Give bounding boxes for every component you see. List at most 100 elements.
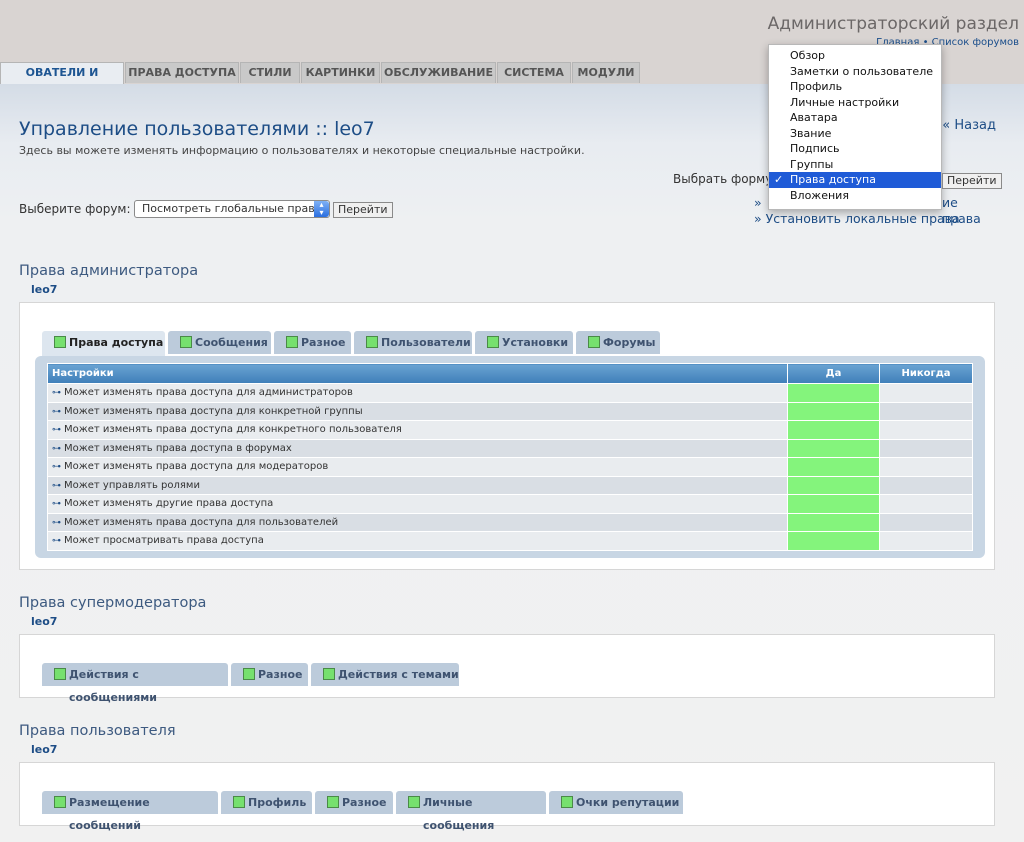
never-radio-cell[interactable] — [879, 383, 973, 403]
top-tab-system[interactable]: СИСТЕМА — [497, 62, 571, 83]
dropdown-item-user-notes[interactable]: Заметки о пользователе — [769, 64, 941, 80]
yes-radio-cell[interactable] — [787, 401, 880, 421]
arrow-key-icon: ⊶ — [52, 388, 61, 399]
dropdown-item-signature[interactable]: Подпись — [769, 141, 941, 157]
permission-label: Может изменять другие права доступа — [64, 498, 274, 510]
dropdown-item-profile[interactable]: Профиль — [769, 79, 941, 95]
permission-label: Может изменять права доступа для админис… — [64, 387, 353, 399]
tab-post-actions[interactable]: Действия с сообщениями — [42, 663, 228, 704]
green-square-icon — [286, 336, 298, 348]
user-rights-title: Права пользователя — [19, 723, 176, 739]
yes-radio-cell[interactable] — [787, 383, 880, 403]
green-square-icon — [366, 336, 378, 348]
permission-label: Может изменять права доступа для модерат… — [64, 461, 329, 473]
tab-forums[interactable]: Форумы — [576, 331, 660, 354]
permission-label: Может изменять права доступа для конкрет… — [64, 405, 363, 417]
tab-messages[interactable]: Сообщения — [168, 331, 271, 354]
select-arrows-icon: ▴ ▾ — [314, 201, 329, 217]
col-never: Никогда — [879, 363, 973, 384]
never-radio-cell[interactable] — [879, 438, 973, 458]
arrow-key-icon: ⊶ — [52, 499, 61, 510]
green-square-icon — [54, 796, 66, 808]
arrow-key-icon: ⊶ — [52, 536, 61, 547]
table-row: ⊶ Может изменять права доступа для конкре… — [47, 401, 973, 421]
yes-radio-cell[interactable] — [787, 420, 880, 440]
tab-reputation[interactable]: Очки репутации — [549, 791, 683, 814]
green-square-icon — [408, 796, 420, 808]
forum-list-link[interactable]: Список форумов — [932, 37, 1019, 48]
yes-radio-cell[interactable] — [787, 512, 880, 532]
back-link[interactable]: « Назад — [942, 118, 996, 133]
arrow-key-icon: ⊶ — [52, 517, 61, 528]
side-link-global-tail: ие права — [942, 195, 981, 226]
supermod-rights-box: Действия с сообщениями Разное Действия с… — [19, 634, 995, 704]
permission-label: Может изменять права доступа в форумах — [64, 442, 292, 454]
arrow-key-icon: ⊶ — [52, 443, 61, 454]
admin-rights-title: Права администратора — [19, 263, 199, 279]
yes-radio-cell[interactable] — [787, 494, 880, 514]
tab-misc[interactable]: Разное — [274, 331, 351, 354]
permissions-table: Настройки Да Никогда ⊶ Может изменять пра… — [47, 363, 973, 551]
forum-select-value: Посмотреть глобальные права — [142, 202, 322, 215]
yes-radio-cell[interactable] — [787, 475, 880, 495]
table-row: ⊶ Может изменять права доступа для конкре… — [47, 420, 973, 440]
col-yes: Да — [787, 363, 880, 384]
permission-label: Может просматривать права доступа — [64, 535, 264, 547]
table-row: ⊶ Может изменять права доступа для пользо… — [47, 512, 973, 532]
tab-misc[interactable]: Разное — [231, 663, 308, 686]
never-radio-cell[interactable] — [879, 420, 973, 440]
never-radio-cell[interactable] — [879, 531, 973, 551]
dropdown-item-avatar[interactable]: Аватара — [769, 110, 941, 126]
dropdown-item-overview[interactable]: Обзор — [769, 48, 941, 64]
top-tab-maintenance[interactable]: ОБСЛУЖИВАНИЕ — [381, 62, 496, 83]
tab-users[interactable]: Пользователи — [354, 331, 472, 354]
side-link-global-prefix: » — [754, 195, 762, 210]
green-square-icon — [54, 668, 66, 680]
arrow-key-icon: ⊶ — [52, 406, 61, 417]
forum-go-button[interactable]: Перейти — [333, 202, 393, 218]
tab-private-messages[interactable]: Личные сообщения — [396, 791, 546, 832]
top-tab-styles[interactable]: СТИЛИ — [240, 62, 300, 83]
top-tab-permissions[interactable]: ПРАВА ДОСТУПА — [125, 62, 239, 83]
supermod-rights-title: Права супермодератора — [19, 595, 207, 611]
never-radio-cell[interactable] — [879, 401, 973, 421]
never-radio-cell[interactable] — [879, 475, 973, 495]
dropdown-item-groups[interactable]: Группы — [769, 157, 941, 173]
user-rights-user[interactable]: leo7 — [31, 743, 57, 756]
supermod-rights-user[interactable]: leo7 — [31, 615, 57, 628]
dropdown-item-attachments[interactable]: Вложения — [769, 188, 941, 204]
admin-rights-user[interactable]: leo7 — [31, 283, 57, 296]
yes-radio-cell[interactable] — [787, 531, 880, 551]
green-square-icon — [327, 796, 339, 808]
tab-misc[interactable]: Разное — [315, 791, 393, 814]
tab-access-rights[interactable]: Права доступа — [42, 331, 165, 357]
checkmark-icon: ✓ — [774, 173, 784, 186]
dropdown-item-rank[interactable]: Звание — [769, 126, 941, 142]
yes-radio-cell[interactable] — [787, 457, 880, 477]
dropdown-item-access-rights[interactable]: ✓ Права доступа — [769, 172, 941, 188]
never-radio-cell[interactable] — [879, 457, 973, 477]
tab-posting[interactable]: Размещение сообщений — [42, 791, 218, 832]
yes-radio-cell[interactable] — [787, 438, 880, 458]
admin-rights-box: Права доступа Сообщения Разное Пользоват… — [19, 302, 995, 570]
top-tab-images[interactable]: КАРТИНКИ — [301, 62, 380, 83]
dropdown-item-personal-settings[interactable]: Личные настройки — [769, 95, 941, 111]
top-tab-modules[interactable]: МОДУЛИ — [572, 62, 640, 83]
permission-label: Может изменять права доступа для конкрет… — [64, 424, 402, 436]
permission-label: Может изменять права доступа для пользов… — [64, 516, 339, 528]
green-square-icon — [54, 336, 66, 348]
permission-label: Может управлять ролями — [64, 479, 200, 491]
forum-select[interactable]: Посмотреть глобальные права ▴ ▾ — [134, 200, 330, 218]
tab-settings[interactable]: Установки — [475, 331, 573, 354]
table-row: ⊶ Может изменять права доступа в форумах — [47, 438, 973, 458]
arrow-key-icon: ⊶ — [52, 425, 61, 436]
tab-profile[interactable]: Профиль — [221, 791, 312, 814]
tab-topic-actions[interactable]: Действия с темами — [311, 663, 459, 686]
form-go-button[interactable]: Перейти — [942, 173, 1002, 189]
never-radio-cell[interactable] — [879, 494, 973, 514]
table-row: ⊶ Может изменять другие права доступа — [47, 494, 973, 514]
top-tab-users-groups[interactable]: ОВАТЕЛИ И ГРУППЫ — [0, 62, 124, 99]
never-radio-cell[interactable] — [879, 512, 973, 532]
table-row: ⊶ Может просматривать права доступа — [47, 531, 973, 551]
table-row: ⊶ Может управлять ролями — [47, 475, 973, 495]
